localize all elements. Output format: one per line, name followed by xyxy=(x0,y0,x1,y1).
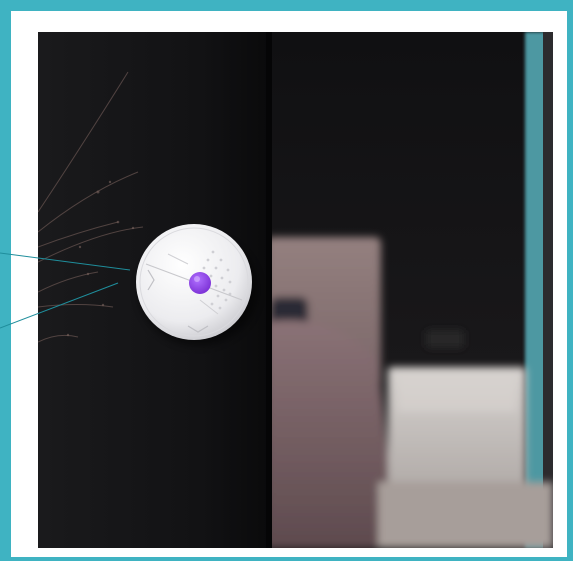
floor xyxy=(378,482,553,548)
product-photo xyxy=(38,32,553,548)
panel-edge xyxy=(266,32,272,548)
right-dark-edge xyxy=(543,32,553,548)
purple-button-icon xyxy=(189,272,211,294)
photo-scene xyxy=(38,32,553,548)
sensor-device xyxy=(136,224,252,340)
